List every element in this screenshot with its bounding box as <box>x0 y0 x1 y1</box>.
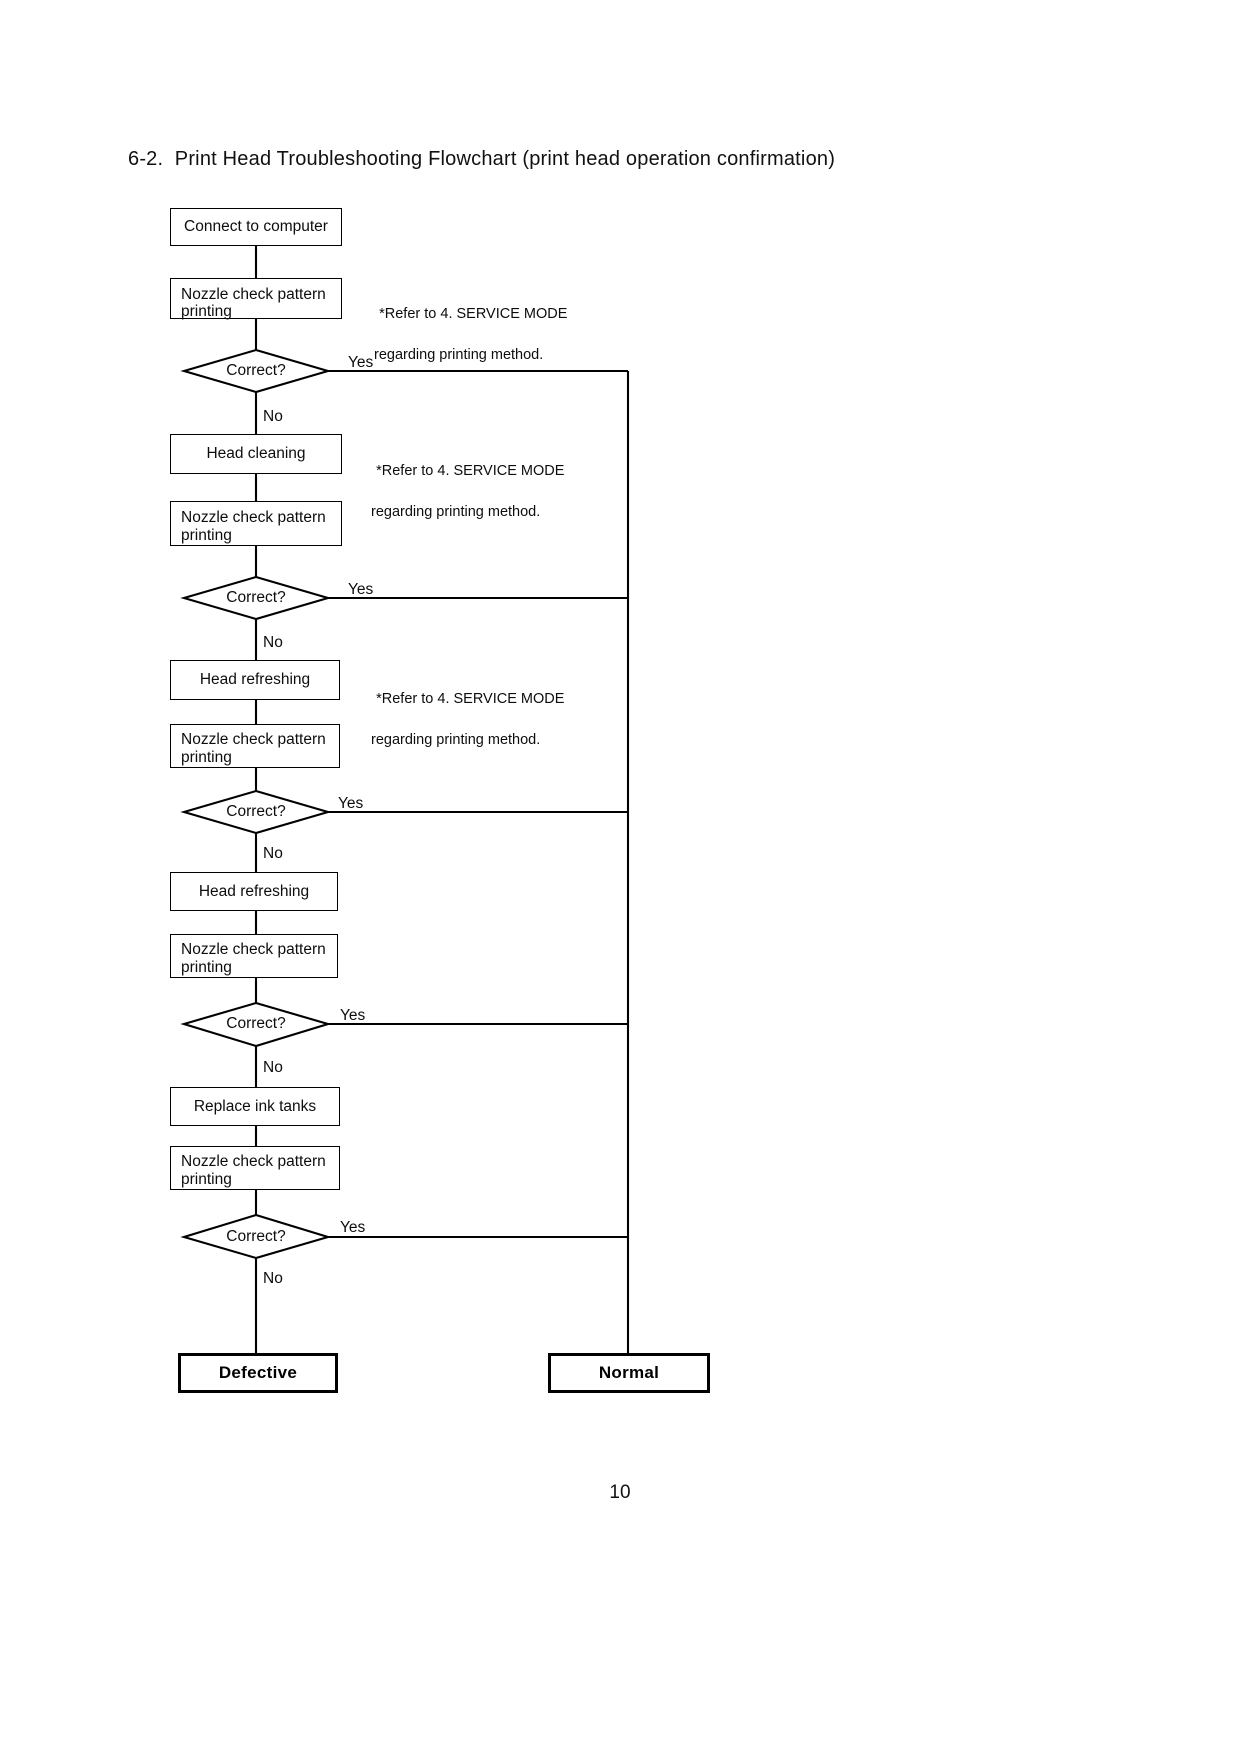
terminator-label: Defective <box>218 1363 298 1382</box>
node-label: Head cleaning <box>206 444 306 462</box>
node-nozzle-check-pattern-printing-3: Nozzle check pattern printing <box>170 724 340 768</box>
node-label: Replace ink tanks <box>193 1097 317 1115</box>
edge-label-no-2: No <box>263 634 283 651</box>
note-service-mode-1: *Refer to 4. SERVICE MODE regarding prin… <box>363 283 567 406</box>
edge-label-no-4: No <box>263 1059 283 1076</box>
node-label-line2: printing <box>181 527 232 544</box>
terminator-defective: Defective <box>178 1353 338 1393</box>
node-replace-ink-tanks: Replace ink tanks <box>170 1087 340 1126</box>
edge-label-yes-2: Yes <box>348 581 374 598</box>
edge-label-no-5: No <box>263 1270 283 1287</box>
note-line-2: regarding printing method. <box>374 346 544 363</box>
node-nozzle-check-pattern-printing-1: Nozzle check pattern printing <box>170 278 342 320</box>
node-head-refreshing-2: Head refreshing <box>170 872 338 911</box>
note-line-1: *Refer to 4. SERVICE MODE <box>379 305 568 322</box>
node-label: Head refreshing <box>198 882 310 900</box>
edge-label-no-3: No <box>263 845 283 862</box>
terminator-label: Normal <box>598 1363 660 1382</box>
decision-label-2: Correct? <box>226 589 286 606</box>
note-line-2: regarding printing method. <box>371 731 541 748</box>
note-service-mode-3: *Refer to 4. SERVICE MODE regarding prin… <box>360 668 564 791</box>
node-label-line2: printing <box>181 749 232 766</box>
terminator-normal: Normal <box>548 1353 710 1393</box>
document-page: 6-2. Print Head Troubleshooting Flowchar… <box>0 0 1240 1752</box>
decision-label-1: Correct? <box>226 362 286 379</box>
note-service-mode-2: *Refer to 4. SERVICE MODE regarding prin… <box>360 440 564 563</box>
node-nozzle-check-pattern-printing-2: Nozzle check pattern printing <box>170 501 342 546</box>
page-number: 10 <box>609 1482 631 1503</box>
node-label-line1: Nozzle check pattern <box>181 509 326 526</box>
node-connect-to-computer: Connect to computer <box>170 208 342 246</box>
node-head-cleaning: Head cleaning <box>170 434 342 474</box>
node-head-refreshing-1: Head refreshing <box>170 660 340 700</box>
node-label: Connect to computer <box>184 217 328 235</box>
edge-label-yes-3: Yes <box>338 795 364 812</box>
edge-label-no-1: No <box>263 408 283 425</box>
node-label-line1: Nozzle check pattern <box>181 1153 326 1170</box>
node-label-line1: Nozzle check pattern <box>181 941 326 958</box>
decision-label-4: Correct? <box>226 1015 286 1032</box>
edge-label-yes-5: Yes <box>340 1219 366 1236</box>
note-line-2: regarding printing method. <box>371 503 541 520</box>
node-label: Head refreshing <box>199 670 311 688</box>
node-label-line2: printing <box>181 1171 232 1188</box>
edge-label-yes-4: Yes <box>340 1007 366 1024</box>
node-label-line1: Nozzle check pattern <box>181 731 326 748</box>
node-label-line2: printing <box>181 959 232 976</box>
note-line-1: *Refer to 4. SERVICE MODE <box>376 462 565 479</box>
node-label-line2: printing <box>181 303 232 320</box>
node-nozzle-check-pattern-printing-4: Nozzle check pattern printing <box>170 934 338 978</box>
decision-label-5: Correct? <box>226 1228 286 1245</box>
node-label-line1: Nozzle check pattern <box>181 286 326 303</box>
node-nozzle-check-pattern-printing-5: Nozzle check pattern printing <box>170 1146 340 1190</box>
note-line-1: *Refer to 4. SERVICE MODE <box>376 690 565 707</box>
decision-label-3: Correct? <box>226 803 286 820</box>
